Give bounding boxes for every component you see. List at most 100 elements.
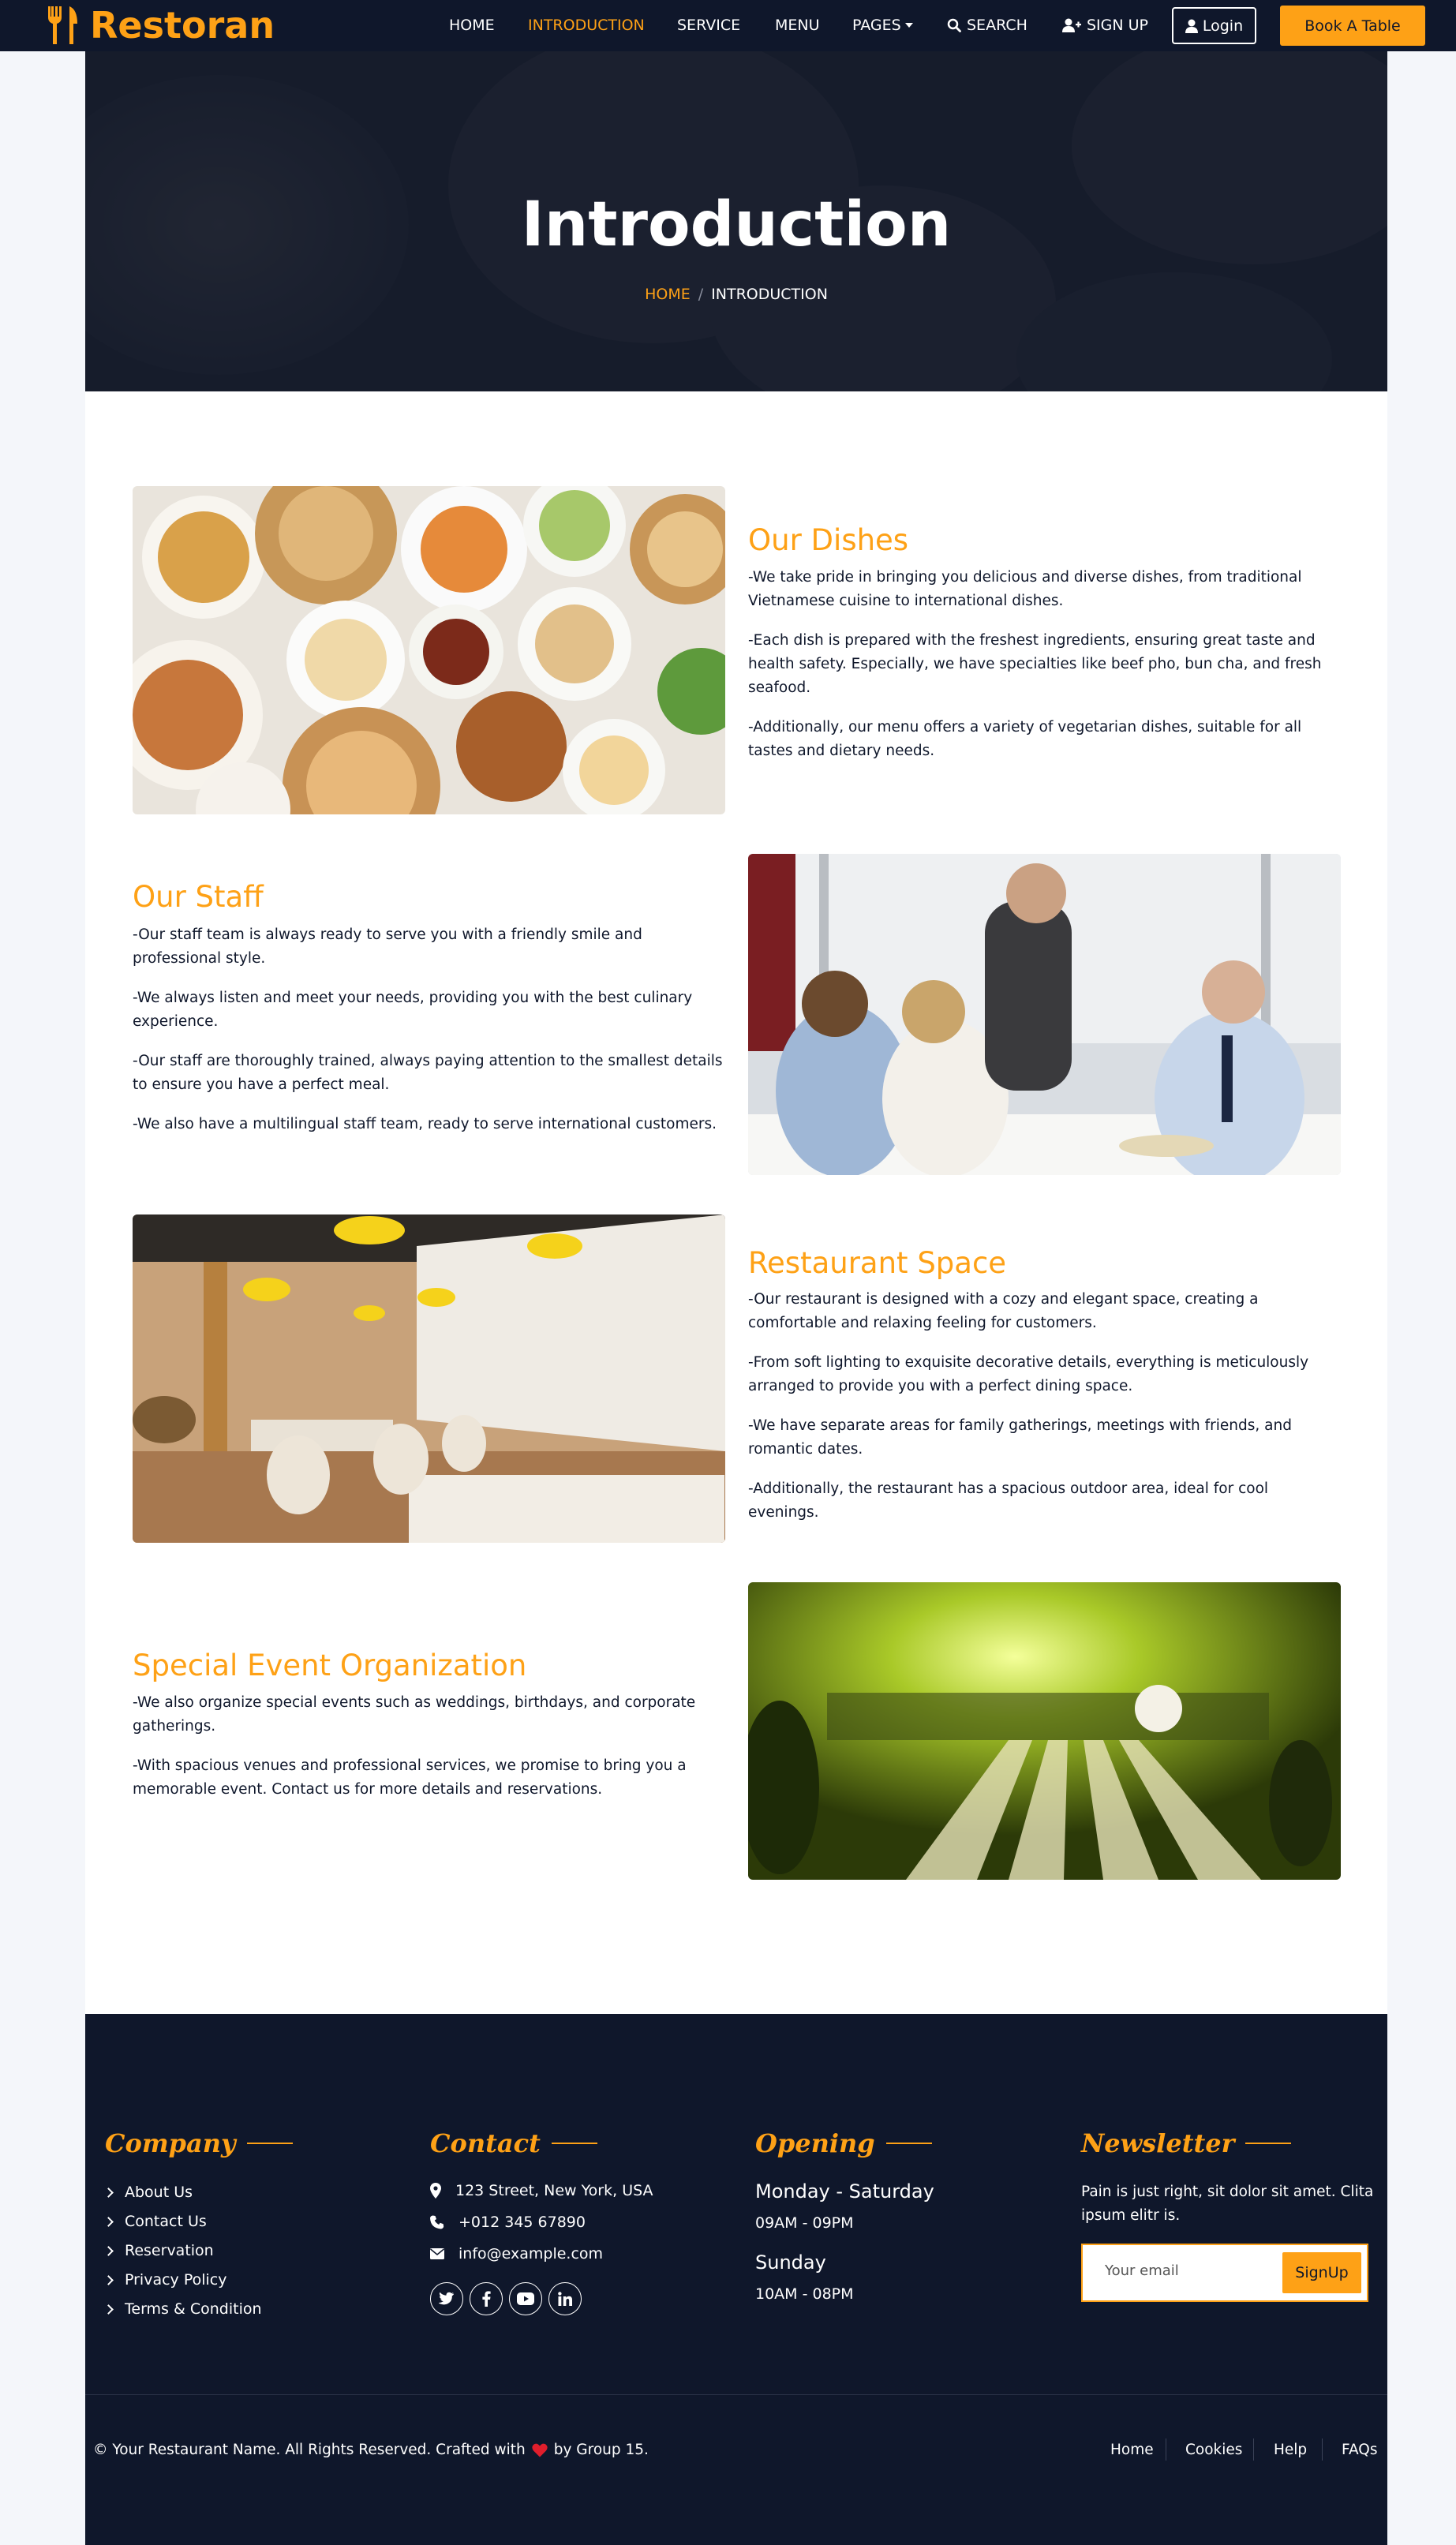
- hero-banner: Introduction HOME / INTRODUCTION: [85, 51, 1387, 391]
- footer-title-contact: Contact: [430, 2128, 597, 2158]
- chevron-right-icon: [103, 2216, 114, 2227]
- section-text-dishes: -We take pride in bringing you delicious…: [748, 566, 1340, 779]
- footer-link-privacy[interactable]: Privacy Policy: [103, 2271, 227, 2289]
- paragraph: -We take pride in bringing you delicious…: [748, 569, 1302, 609]
- login-button[interactable]: Login: [1172, 7, 1256, 44]
- paragraph: -Each dish is prepared with the freshest…: [748, 632, 1322, 696]
- paragraph: -We have separate areas for family gathe…: [748, 1417, 1292, 1458]
- newsletter-email-input[interactable]: [1105, 2262, 1263, 2279]
- paragraph: -Our staff team is always ready to serve…: [133, 926, 642, 967]
- copyright: © Your Restaurant Name. All Rights Reser…: [93, 2442, 649, 2458]
- footer-link-label: About Us: [125, 2184, 193, 2201]
- breadcrumb: HOME / INTRODUCTION: [85, 286, 1387, 303]
- nav-home[interactable]: HOME: [449, 17, 495, 34]
- facebook-icon[interactable]: [470, 2282, 503, 2315]
- restaurant-space-image: [133, 1214, 725, 1543]
- caret-down-icon: [904, 23, 913, 28]
- footer-link-contact[interactable]: Contact Us: [103, 2213, 207, 2230]
- youtube-icon[interactable]: [509, 2282, 542, 2315]
- opening-days: Monday - Saturday: [755, 2180, 934, 2203]
- paragraph: -We also have a multilingual staff team,…: [133, 1116, 717, 1132]
- footer-link-label: Reservation: [125, 2242, 214, 2259]
- title-underline: [551, 2143, 597, 2144]
- paragraph: -We also organize special events such as…: [133, 1694, 696, 1735]
- section-title-space: Restaurant Space: [748, 1246, 1007, 1280]
- linkedin-icon[interactable]: [548, 2282, 582, 2315]
- brand-name: Restoran: [90, 4, 275, 47]
- opening-hours: 10AM - 08PM: [755, 2285, 854, 2303]
- bottom-link-home[interactable]: Home: [1110, 2442, 1154, 2458]
- footer-email: info@example.com: [430, 2245, 603, 2262]
- footer-link-reservation[interactable]: Reservation: [103, 2242, 214, 2259]
- newsletter-form: SignUp: [1081, 2244, 1368, 2302]
- login-label: Login: [1202, 17, 1244, 35]
- title-underline: [246, 2143, 293, 2144]
- nav-signup-label: SIGN UP: [1087, 17, 1149, 34]
- section-title-dishes: Our Dishes: [748, 523, 909, 557]
- nav-introduction[interactable]: INTRODUCTION: [528, 17, 645, 34]
- bottom-link-cookies[interactable]: Cookies: [1185, 2442, 1242, 2458]
- breadcrumb-current: INTRODUCTION: [711, 286, 828, 303]
- dishes-image: [133, 486, 725, 814]
- footer-title-company-label: Company: [105, 2128, 236, 2158]
- footer-address-text: 123 Street, New York, USA: [455, 2182, 653, 2199]
- footer-address: 123 Street, New York, USA: [430, 2182, 653, 2199]
- book-table-button[interactable]: Book A Table: [1280, 6, 1425, 46]
- footer-phone: +012 345 67890: [430, 2214, 586, 2231]
- paragraph: -From soft lighting to exquisite decorat…: [748, 1354, 1309, 1394]
- breadcrumb-home[interactable]: HOME: [645, 286, 691, 303]
- opening-days: Sunday: [755, 2251, 826, 2274]
- footer-title-contact-label: Contact: [430, 2128, 541, 2158]
- footer-link-about[interactable]: About Us: [103, 2184, 193, 2201]
- bottom-link-faqs[interactable]: FAQs: [1342, 2442, 1377, 2458]
- newsletter-text: Pain is just right, sit dolor sit amet. …: [1081, 2184, 1374, 2224]
- footer-title-newsletter-label: Newsletter: [1081, 2128, 1235, 2158]
- copyright-author: by Group 15.: [553, 2442, 649, 2458]
- user-icon: [1185, 19, 1198, 33]
- nav-search[interactable]: SEARCH: [947, 17, 1027, 34]
- chevron-right-icon: [103, 2274, 114, 2285]
- footer-link-terms[interactable]: Terms & Condition: [103, 2300, 262, 2318]
- footer-divider: [85, 2394, 1387, 2395]
- nav-menu[interactable]: MENU: [775, 17, 820, 34]
- page-title: Introduction: [521, 189, 952, 260]
- section-text-space: -Our restaurant is designed with a cozy …: [748, 1288, 1340, 1540]
- copyright-text: © Your Restaurant Name. All Rights Reser…: [93, 2442, 526, 2458]
- breadcrumb-separator: /: [698, 286, 704, 303]
- nav-signup[interactable]: SIGN UP: [1062, 17, 1148, 34]
- title-underline: [885, 2143, 932, 2144]
- divider: [1322, 2438, 1323, 2461]
- chevron-right-icon: [103, 2245, 114, 2256]
- nav-service[interactable]: SERVICE: [677, 17, 740, 34]
- navbar: Restoran HOME INTRODUCTION SERVICE MENU …: [0, 0, 1456, 51]
- nav-pages-label: PAGES: [852, 17, 901, 34]
- footer-phone-text: +012 345 67890: [459, 2214, 586, 2231]
- search-icon: [947, 18, 961, 32]
- paragraph: -Our restaurant is designed with a cozy …: [748, 1291, 1259, 1331]
- nav-pages-dropdown[interactable]: PAGES: [852, 17, 914, 34]
- divider: [1253, 2438, 1254, 2461]
- footer-title-opening-label: Opening: [755, 2128, 875, 2158]
- event-image: [748, 1582, 1341, 1880]
- section-text-events: -We also organize special events such as…: [133, 1691, 724, 1817]
- brand-logo[interactable]: Restoran: [46, 3, 275, 47]
- footer-title-newsletter: Newsletter: [1081, 2128, 1292, 2158]
- section-title-events: Special Event Organization: [133, 1649, 527, 1682]
- newsletter-signup-button[interactable]: SignUp: [1282, 2252, 1361, 2293]
- envelope-icon: [430, 2248, 444, 2259]
- footer-title-company: Company: [105, 2128, 293, 2158]
- twitter-icon[interactable]: [430, 2282, 463, 2315]
- section-title-staff: Our Staff: [133, 880, 264, 914]
- paragraph: -Additionally, our menu offers a variety…: [748, 719, 1302, 759]
- footer-link-label: Terms & Condition: [125, 2300, 262, 2318]
- staff-image: [748, 854, 1341, 1175]
- footer-title-opening: Opening: [755, 2128, 932, 2158]
- user-plus-icon: [1062, 18, 1081, 32]
- footer-email-text: info@example.com: [459, 2245, 604, 2262]
- footer-link-label: Privacy Policy: [125, 2271, 227, 2289]
- paragraph: -Our staff are thoroughly trained, alway…: [133, 1053, 723, 1093]
- nav-search-label: SEARCH: [967, 17, 1027, 34]
- chevron-right-icon: [103, 2187, 114, 2198]
- section-text-staff: -Our staff team is always ready to serve…: [133, 923, 724, 1152]
- bottom-link-help[interactable]: Help: [1274, 2442, 1307, 2458]
